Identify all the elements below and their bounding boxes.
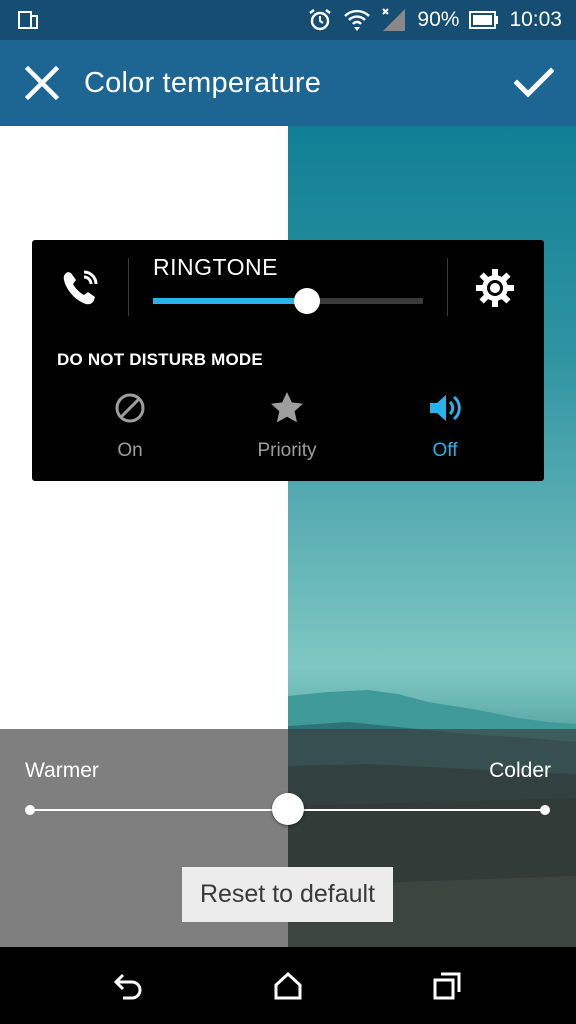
back-button[interactable] [94, 947, 164, 1024]
home-button[interactable] [253, 947, 323, 1024]
ringtone-slider-fill [153, 298, 307, 304]
temperature-slider-thumb[interactable] [271, 793, 304, 825]
navigation-bar [0, 947, 576, 1024]
gear-icon[interactable] [475, 268, 515, 308]
warmer-label: Warmer [25, 759, 99, 782]
dnd-option-priority[interactable]: Priority [217, 390, 357, 462]
status-bar: 90% 10:03 [0, 0, 576, 40]
block-icon [115, 393, 145, 423]
screen-mirror-icon [16, 8, 42, 32]
wifi-icon [343, 7, 371, 33]
close-icon [25, 66, 59, 100]
recents-icon [433, 972, 461, 999]
dnd-option-off[interactable]: Off [375, 390, 515, 462]
slider-end-dot [540, 805, 550, 815]
app-bar: Color temperature [0, 40, 576, 126]
cell-signal-icon [381, 7, 407, 33]
dnd-mode-label: DO NOT DISTURB MODE [57, 350, 263, 369]
speaker-icon [430, 395, 461, 421]
close-button[interactable] [0, 40, 84, 126]
battery-percent: 90% [417, 8, 460, 31]
alarm-icon [307, 7, 333, 33]
home-icon [274, 971, 302, 999]
check-icon [514, 67, 554, 98]
temperature-controls: Warmer Colder Reset to default [0, 729, 576, 947]
star-icon [271, 392, 303, 423]
divider [447, 258, 448, 316]
clock: 10:03 [509, 8, 562, 31]
phone-ringing-icon[interactable] [58, 266, 102, 310]
battery-icon [469, 11, 499, 29]
divider [128, 258, 129, 316]
ringtone-slider-thumb[interactable] [293, 288, 320, 314]
dnd-option-on[interactable]: On [60, 390, 200, 462]
ringtone-slider[interactable] [153, 288, 423, 314]
colder-label: Colder [489, 759, 551, 782]
confirm-button[interactable] [492, 40, 576, 126]
recents-button[interactable] [412, 947, 482, 1024]
slider-start-dot [25, 805, 35, 815]
temperature-slider[interactable] [25, 793, 550, 825]
reset-to-default-button[interactable]: Reset to default [182, 867, 393, 922]
dnd-option-label: Off [432, 440, 458, 461]
ringtone-label: RINGTONE [153, 254, 278, 280]
volume-panel: RINGTONE DO NOT DISTURB MODE On Priority… [32, 240, 544, 481]
dnd-option-label: Priority [257, 440, 317, 461]
dnd-option-label: On [117, 440, 143, 461]
back-icon [114, 973, 142, 999]
page-title: Color temperature [84, 66, 322, 99]
